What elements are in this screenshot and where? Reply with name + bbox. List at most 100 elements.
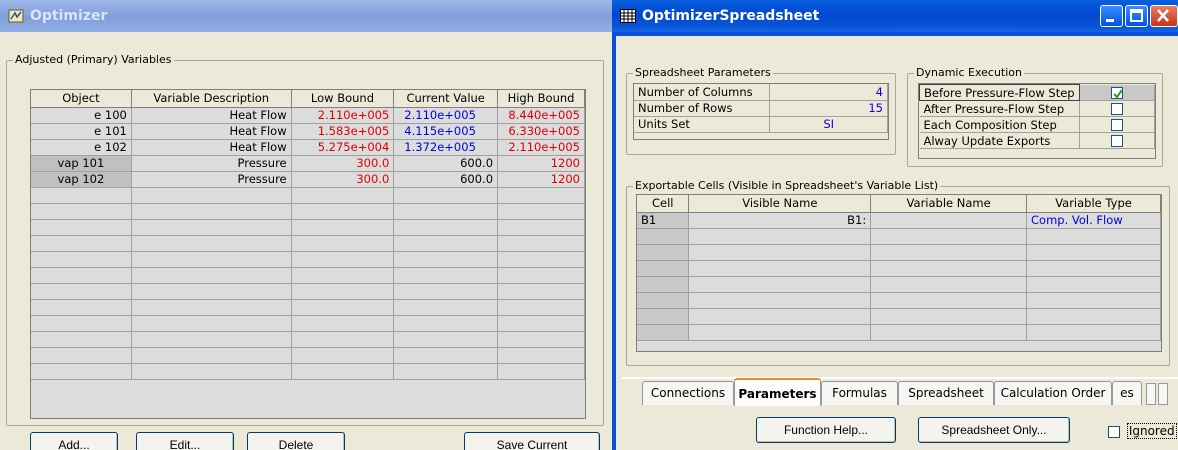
cell-current-value[interactable]: 2.110e+005 [393, 107, 499, 124]
table-row[interactable] [637, 276, 1161, 293]
cell-variable-name[interactable] [870, 292, 1028, 309]
optimizer-titlebar[interactable]: Optimizer [0, 0, 612, 32]
adjusted-variables-grid[interactable]: Object Variable Description Low Bound Cu… [30, 89, 586, 419]
cell-high-bound[interactable] [497, 219, 585, 236]
cell-object[interactable] [31, 347, 132, 364]
delete-button[interactable]: Delete [247, 432, 345, 450]
close-button[interactable] [1150, 5, 1178, 27]
dynamic-option-checkbox[interactable] [1110, 86, 1123, 99]
cell-high-bound[interactable]: 1200 [497, 171, 585, 188]
cell-object[interactable] [31, 267, 132, 284]
spreadsheet-parameters-grid[interactable]: Number of Columns 4 Number of Rows 15 Unit… [633, 83, 889, 140]
cell-object[interactable] [31, 251, 132, 268]
cell-visible-name[interactable] [688, 244, 872, 261]
table-row[interactable] [31, 299, 585, 316]
spreadsheet-titlebar[interactable]: OptimizerSpreadsheet [612, 0, 1178, 32]
cell-low-bound[interactable] [291, 187, 395, 204]
cell-high-bound[interactable]: 2.110e+005 [497, 139, 585, 156]
table-row[interactable] [31, 219, 585, 236]
cell-current-value[interactable] [393, 219, 499, 236]
col-header-high-bound[interactable]: High Bound [497, 90, 585, 108]
col-header-visible-name[interactable]: Visible Name [688, 195, 872, 213]
cell-variable-type[interactable] [1026, 244, 1161, 261]
tab-calculation-order[interactable]: Calculation Order [994, 381, 1112, 405]
cell-ref[interactable] [637, 228, 690, 245]
cell-current-value[interactable] [393, 267, 499, 284]
cell-high-bound[interactable]: 6.330e+005 [497, 123, 585, 140]
cell-low-bound[interactable]: 5.275e+004 [291, 139, 395, 156]
cell-object[interactable] [31, 219, 132, 236]
cell-ref[interactable] [637, 292, 690, 309]
cell-object[interactable] [31, 187, 132, 204]
cell-description[interactable] [131, 299, 292, 316]
add-button[interactable]: Add... [30, 432, 118, 450]
cell-high-bound[interactable] [497, 347, 585, 364]
cell-high-bound[interactable] [497, 331, 585, 348]
cell-visible-name[interactable] [688, 308, 872, 325]
cell-ref[interactable] [637, 308, 690, 325]
cell-description[interactable]: Pressure [131, 155, 292, 172]
cell-variable-name[interactable] [870, 324, 1028, 341]
cell-current-value[interactable]: 1.372e+005 [393, 139, 499, 156]
tab-scroll-right[interactable] [1158, 383, 1168, 405]
cell-current-value[interactable] [393, 203, 499, 220]
cell-visible-name[interactable] [688, 324, 872, 341]
table-row[interactable] [637, 308, 1161, 325]
table-row[interactable]: e 102 Heat Flow 5.275e+004 1.372e+005 2.110e… [31, 139, 585, 156]
cell-description[interactable] [131, 267, 292, 284]
cell-object[interactable]: vap 101 [31, 155, 132, 172]
param-value-units-set[interactable]: SI [769, 116, 888, 133]
table-row[interactable] [31, 235, 585, 252]
cell-description[interactable] [131, 203, 292, 220]
cell-low-bound[interactable] [291, 347, 395, 364]
cell-ref[interactable] [637, 276, 690, 293]
cell-object[interactable] [31, 235, 132, 252]
cell-variable-type[interactable] [1026, 276, 1161, 293]
cell-description[interactable]: Heat Flow [131, 123, 292, 140]
table-row[interactable] [31, 283, 585, 300]
cell-description[interactable] [131, 363, 292, 380]
cell-high-bound[interactable]: 1200 [497, 155, 585, 172]
cell-variable-name[interactable] [870, 308, 1028, 325]
cell-high-bound[interactable] [497, 299, 585, 316]
cell-low-bound[interactable]: 300.0 [291, 155, 395, 172]
cell-current-value[interactable]: 600.0 [393, 155, 499, 172]
cell-high-bound[interactable] [497, 267, 585, 284]
tab-connections[interactable]: Connections [642, 381, 734, 405]
cell-description[interactable] [131, 331, 292, 348]
param-value-columns[interactable]: 4 [769, 84, 888, 101]
tab-formulas[interactable]: Formulas [821, 381, 898, 405]
cell-variable-type[interactable] [1026, 260, 1161, 277]
cell-current-value[interactable] [393, 251, 499, 268]
table-row[interactable] [31, 363, 585, 380]
cell-current-value[interactable] [393, 363, 499, 380]
col-header-description[interactable]: Variable Description [131, 90, 292, 108]
table-row[interactable] [637, 324, 1161, 341]
cell-object[interactable] [31, 283, 132, 300]
cell-low-bound[interactable] [291, 315, 395, 332]
table-row[interactable] [31, 331, 585, 348]
cell-variable-name[interactable] [870, 244, 1028, 261]
cell-high-bound[interactable] [497, 251, 585, 268]
cell-object[interactable] [31, 203, 132, 220]
cell-low-bound[interactable]: 1.583e+005 [291, 123, 395, 140]
cell-variable-name[interactable] [870, 212, 1028, 229]
cell-current-value[interactable] [393, 299, 499, 316]
cell-variable-name[interactable] [870, 228, 1028, 245]
edit-button[interactable]: Edit... [136, 432, 234, 450]
cell-description[interactable]: Heat Flow [131, 107, 292, 124]
table-row[interactable]: B1 B1: Comp. Vol. Flow [637, 212, 1161, 229]
dynamic-option-checkbox[interactable] [1110, 135, 1123, 147]
dynamic-option-checkbox-cell[interactable] [1079, 100, 1155, 117]
minimize-button[interactable] [1100, 5, 1123, 27]
col-header-object[interactable]: Object [31, 90, 132, 108]
cell-high-bound[interactable] [497, 203, 585, 220]
cell-description[interactable] [131, 219, 292, 236]
tab-parameters[interactable]: Parameters [734, 378, 821, 406]
cell-low-bound[interactable] [291, 283, 395, 300]
col-header-current-value[interactable]: Current Value [393, 90, 499, 108]
cell-low-bound[interactable] [291, 331, 395, 348]
cell-low-bound[interactable] [291, 299, 395, 316]
col-header-cell[interactable]: Cell [637, 195, 690, 213]
cell-low-bound[interactable] [291, 219, 395, 236]
